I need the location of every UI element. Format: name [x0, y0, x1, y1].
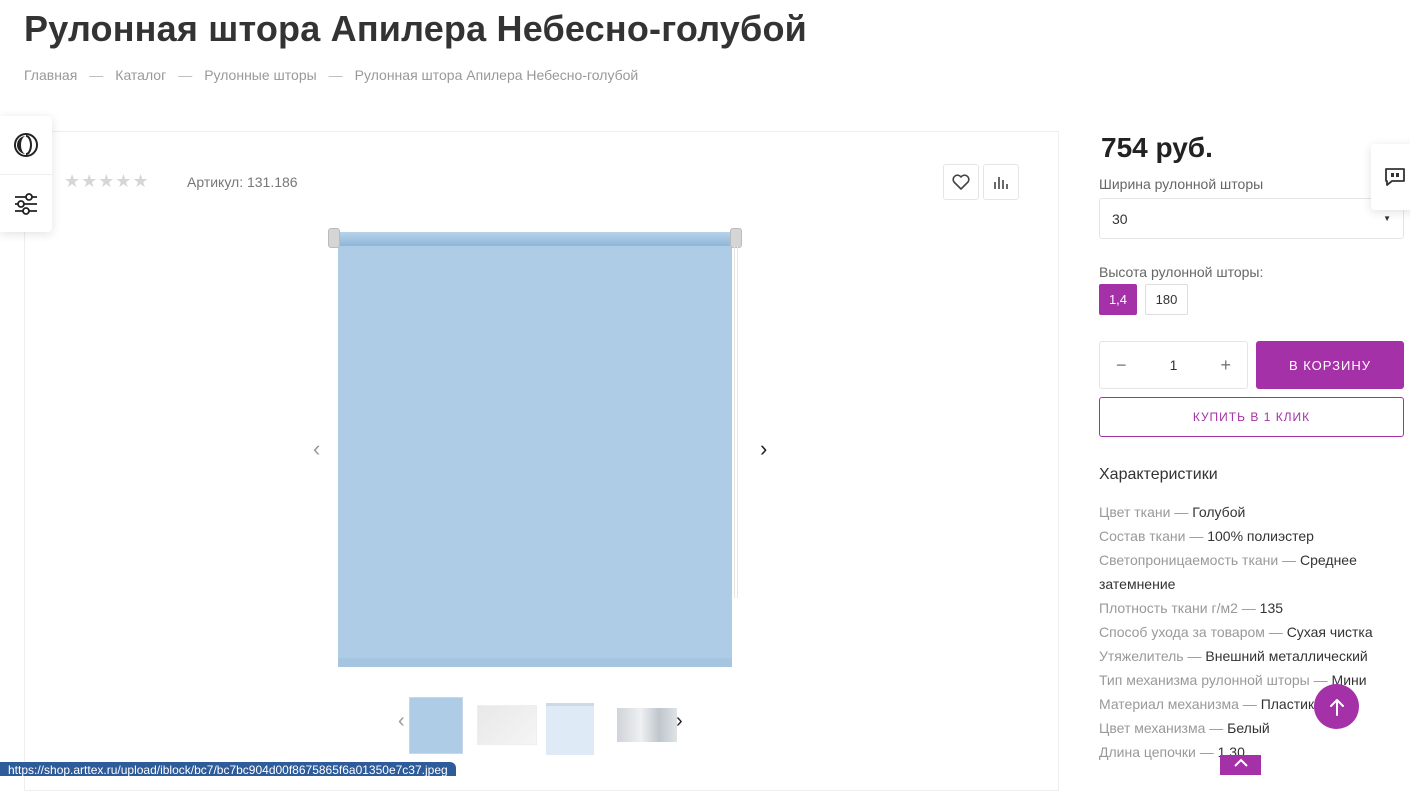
breadcrumb-separator: —: [328, 67, 343, 83]
page-title: Рулонная штора Апилера Небесно-голубой: [24, 8, 807, 49]
thumbs-prev-icon[interactable]: ‹: [398, 710, 405, 733]
width-label: Ширина рулонной шторы: [1099, 176, 1264, 192]
filter-sliders-icon: [15, 192, 37, 215]
product-price: 754 руб.: [1101, 132, 1213, 163]
compare-button[interactable]: [983, 164, 1019, 200]
chevron-up-icon: [1233, 758, 1248, 767]
height-label: Высота рулонной шторы:: [1099, 264, 1264, 280]
breadcrumb-current: Рулонная штора Апилера Небесно-голубой: [354, 67, 639, 83]
buy-one-click-button[interactable]: КУПИТЬ В 1 КЛИК: [1099, 397, 1404, 437]
gallery-next-icon[interactable]: ›: [760, 436, 767, 462]
heart-icon: [952, 174, 970, 190]
specs-title: Характеристики: [1099, 466, 1218, 483]
blind-rail: [332, 232, 736, 246]
qty-plus-button[interactable]: +: [1220, 355, 1231, 376]
rating-stars[interactable]: ★★★★★: [64, 171, 150, 192]
feedback-widget[interactable]: [1371, 144, 1410, 210]
blind-left-cap: [328, 228, 340, 248]
thumbnail-3[interactable]: [546, 703, 594, 755]
contrast-icon: [14, 133, 38, 157]
breadcrumb-separator: —: [178, 67, 193, 83]
filter-button[interactable]: [0, 174, 52, 232]
add-to-cart-button[interactable]: В КОРЗИНУ: [1256, 341, 1404, 389]
chat-quote-icon: [1385, 168, 1405, 186]
thumbnail-2[interactable]: [477, 705, 537, 745]
spec-row: Способ ухода за товаром — Сухая чистка: [1099, 624, 1373, 640]
breadcrumb-catalog[interactable]: Каталог: [115, 67, 166, 83]
article-number: Артикул: 131.186: [187, 174, 298, 190]
thumbnail-1[interactable]: [409, 697, 463, 754]
breadcrumb-home[interactable]: Главная: [24, 67, 77, 83]
height-option-1[interactable]: 1,4: [1099, 284, 1137, 315]
product-main-image[interactable]: [328, 228, 744, 670]
qty-minus-button[interactable]: −: [1116, 355, 1127, 376]
width-select-value: 30: [1112, 210, 1128, 227]
gallery-prev-icon[interactable]: ‹: [313, 436, 320, 462]
spec-row: Цвет ткани — Голубой: [1099, 504, 1246, 520]
blind-chain: [734, 246, 738, 598]
thumbs-next-icon[interactable]: ›: [676, 710, 683, 733]
quantity-stepper: − 1 +: [1099, 341, 1248, 389]
bottom-expand-tab[interactable]: [1220, 755, 1261, 775]
spec-row: Плотность ткани г/м2 — 135: [1099, 600, 1284, 616]
blind-bottom-bar: [338, 658, 732, 667]
breadcrumb-roller-blinds[interactable]: Рулонные шторы: [204, 67, 316, 83]
favorite-button[interactable]: [943, 164, 979, 200]
height-option-2[interactable]: 180: [1145, 284, 1188, 315]
spec-row: Светопроницаемость ткани — Среднее затем…: [1099, 552, 1357, 592]
thumbnail-4[interactable]: [617, 708, 677, 742]
spec-row: Утяжелитель — Внешний металлический: [1099, 648, 1368, 664]
bar-chart-icon: [994, 177, 1008, 189]
arrow-up-icon: [1329, 698, 1344, 716]
scroll-to-top-button[interactable]: [1314, 684, 1359, 729]
side-panel: [0, 116, 52, 232]
contrast-button[interactable]: [0, 116, 52, 174]
blind-right-cap: [730, 228, 742, 248]
spec-row: Состав ткани — 100% полиэстер: [1099, 528, 1314, 544]
caret-down-icon: ▼: [1383, 214, 1391, 223]
qty-value[interactable]: 1: [1170, 357, 1178, 373]
breadcrumb: Главная — Каталог — Рулонные шторы — Рул…: [24, 67, 638, 83]
breadcrumb-separator: —: [89, 67, 104, 83]
width-select[interactable]: 30 ▼: [1099, 198, 1404, 239]
blind-fabric: [338, 244, 732, 667]
